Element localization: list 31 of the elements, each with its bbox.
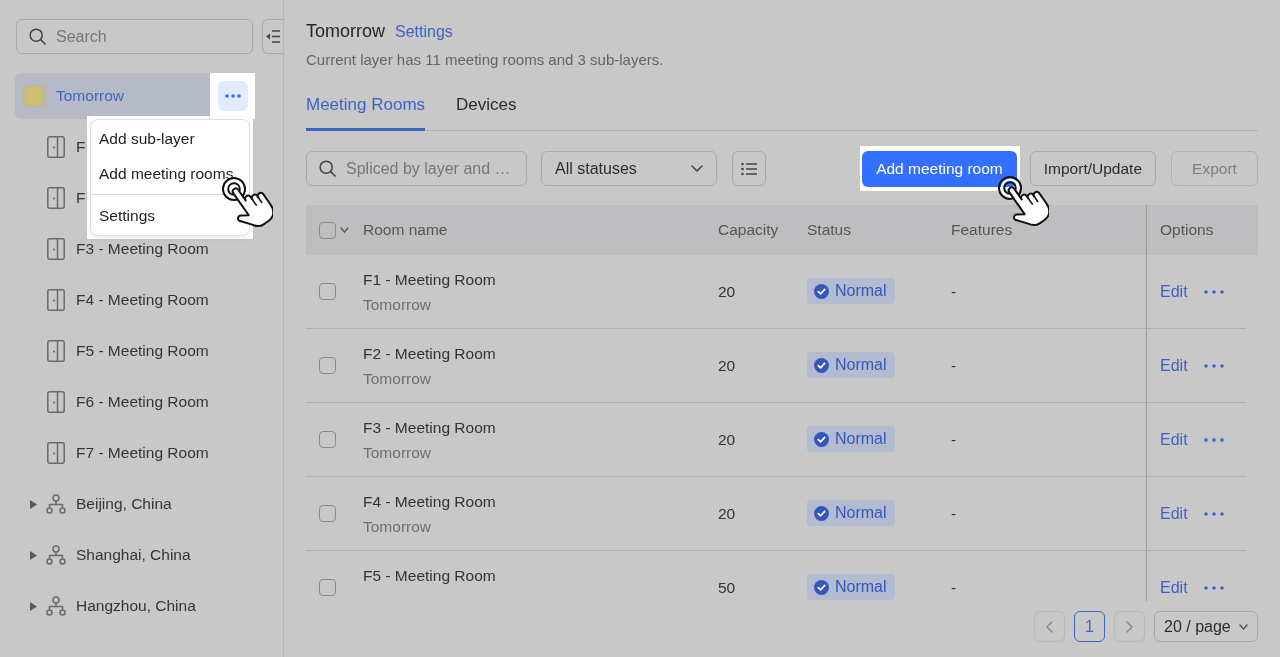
features-value: - [951,578,957,596]
room-name: F4 - Meeting Room [363,492,496,512]
features-value: - [951,430,957,448]
capacity-value: 20 [718,430,736,448]
column-header: Features [951,221,1013,239]
status-text: Normal [835,429,887,449]
features-value: - [951,282,957,300]
layer-summary: Current layer has 11 meeting rooms and 3 sub-layers. [306,50,665,70]
status-text: Normal [835,281,887,301]
capacity-value: 50 [718,578,736,596]
room-name: F5 - Meeting Room [363,566,496,586]
room-layer: Tomorrow [363,369,432,389]
room-layer: Tomorrow [363,295,432,315]
room-layer: Tomorrow [363,443,432,463]
capacity-value: 20 [718,356,736,374]
column-header: Status [807,221,851,239]
capacity-value: 20 [718,504,736,522]
room-name: F2 - Meeting Room [363,344,496,364]
room-layer: Tomorrow [363,517,432,537]
room-name: F1 - Meeting Room [363,270,496,290]
status-text: Normal [835,355,887,375]
status-text: Normal [835,577,887,597]
column-header: Room name [363,221,448,239]
features-value: - [951,504,957,522]
column-header: Capacity [718,221,779,239]
page-title: Tomorrow [306,20,385,43]
capacity-value: 20 [718,282,736,300]
column-header: Options [1160,220,1214,241]
room-name: F3 - Meeting Room [363,418,496,438]
status-text: Normal [835,503,887,523]
features-value: - [951,356,957,374]
